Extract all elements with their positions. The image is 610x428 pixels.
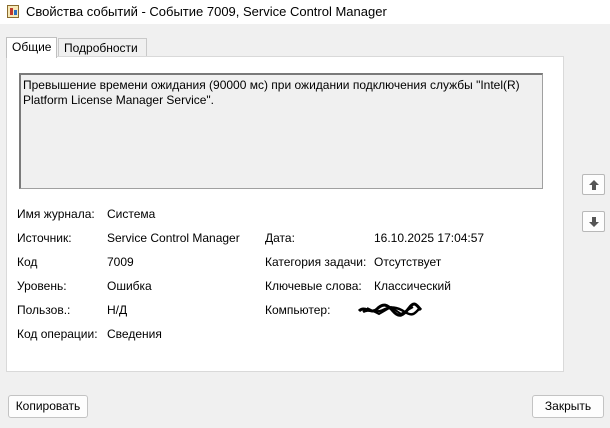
- source-label: Источник:: [17, 231, 72, 245]
- event-id-value: 7009: [107, 255, 134, 269]
- task-category-value: Отсутствует: [374, 255, 442, 269]
- keywords-value: Классический: [374, 279, 451, 293]
- log-name-label: Имя журнала:: [17, 207, 95, 221]
- level-label: Уровень:: [17, 279, 67, 293]
- window-title: Свойства событий - Событие 7009, Service…: [26, 4, 387, 19]
- arrow-down-icon: [589, 217, 599, 227]
- date-value: 16.10.2025 17:04:57: [374, 231, 485, 245]
- opcode-value: Сведения: [107, 327, 162, 341]
- opcode-label: Код операции:: [17, 327, 98, 341]
- title-bar: Свойства событий - Событие 7009, Service…: [0, 0, 610, 24]
- tab-details[interactable]: Подробности: [58, 38, 147, 57]
- level-value: Ошибка: [107, 279, 152, 293]
- arrow-up-icon: [589, 180, 599, 190]
- user-label: Пользов.:: [17, 303, 71, 317]
- date-label: Дата:: [265, 231, 295, 245]
- event-description[interactable]: Превышение времени ожидания (90000 мс) п…: [19, 73, 543, 189]
- scroll-down-button[interactable]: [582, 211, 605, 232]
- scroll-up-button[interactable]: [582, 174, 605, 195]
- event-viewer-icon: [7, 5, 19, 18]
- user-value: Н/Д: [107, 303, 128, 317]
- redacted-computer-name-scribble: [357, 302, 423, 317]
- close-button[interactable]: Закрыть: [532, 395, 604, 418]
- source-value: Service Control Manager: [107, 231, 240, 245]
- event-id-label: Код: [17, 255, 38, 269]
- copy-button[interactable]: Копировать: [8, 395, 88, 418]
- keywords-label: Ключевые слова:: [265, 279, 362, 293]
- computer-label: Компьютер:: [265, 303, 331, 317]
- task-category-label: Категория задачи:: [265, 255, 367, 269]
- tab-general[interactable]: Общие: [6, 37, 57, 58]
- log-name-value: Система: [107, 207, 156, 221]
- general-panel: Превышение времени ожидания (90000 мс) п…: [6, 56, 564, 372]
